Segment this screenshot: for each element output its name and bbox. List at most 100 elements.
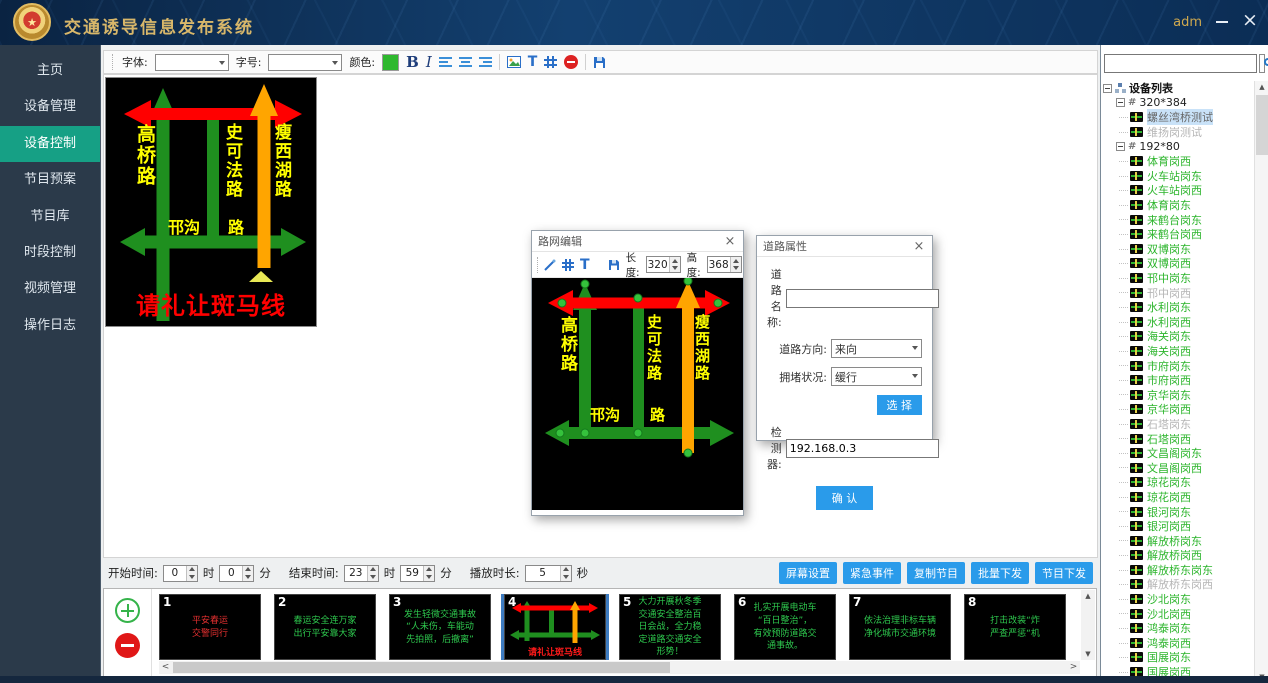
stepper-arrows[interactable] — [367, 566, 378, 581]
sidebar-item[interactable]: 设备管理 — [0, 89, 100, 125]
tree-root[interactable]: 设备列表 — [1103, 81, 1253, 96]
add-program-icon[interactable] — [115, 598, 140, 623]
device-item[interactable]: 双博岗西 — [1103, 256, 1253, 271]
bold-icon[interactable]: B — [406, 53, 419, 71]
insert-image-icon[interactable] — [507, 56, 521, 68]
sidebar-item[interactable]: 节目预案 — [0, 162, 100, 198]
device-item[interactable]: 海关岗西 — [1103, 344, 1253, 359]
collapse-icon[interactable] — [1116, 142, 1125, 151]
program-thumbnail[interactable]: 1 平安春运 交警同行 — [159, 594, 261, 660]
sidebar-item[interactable]: 节目库 — [0, 199, 100, 235]
dialog-titlebar[interactable]: 道路属性 × — [757, 236, 932, 257]
road-label-right[interactable]: 瘦西湖路 — [692, 314, 713, 382]
device-item[interactable]: 琼花岗西 — [1103, 490, 1253, 505]
device-item[interactable]: 双博岗东 — [1103, 242, 1253, 257]
road-network-icon[interactable] — [562, 259, 574, 271]
program-send-button[interactable]: 节目下发 — [1035, 562, 1093, 584]
align-right-icon[interactable] — [479, 56, 492, 68]
congestion-select[interactable]: 缓行 — [831, 367, 922, 386]
device-item[interactable]: 文昌阁岗西 — [1103, 460, 1253, 475]
program-thumbnail[interactable]: 5 大力开展秋冬季 交通安全整治百 日会战，全力稳 定道路交通安全 形势！ — [619, 594, 721, 660]
program-thumbnail-selected[interactable]: 4 请礼让斑马线 — [504, 594, 606, 660]
height-stepper[interactable]: 368 — [707, 256, 742, 273]
scroll-up-icon[interactable]: ▲ — [1081, 590, 1095, 602]
stepper-arrows[interactable] — [242, 566, 253, 581]
device-item[interactable]: 水利岗西 — [1103, 315, 1253, 330]
thumbnails-horizontal-scrollbar[interactable]: < > — [159, 661, 1080, 674]
delete-icon[interactable] — [564, 55, 578, 69]
search-button[interactable] — [1259, 54, 1265, 73]
sidebar-item[interactable]: 视频管理 — [0, 271, 100, 307]
stepper-arrows[interactable] — [186, 566, 197, 581]
save-icon[interactable] — [593, 56, 606, 69]
scroll-right-icon[interactable]: > — [1067, 661, 1080, 674]
device-tree-scrollbar[interactable]: ▲ ▼ — [1254, 81, 1268, 683]
program-thumbnail[interactable]: 3 发生轻微交通事故 “人未伤，车能动 先拍照，后撤离” — [389, 594, 491, 660]
collapse-icon[interactable] — [1103, 84, 1112, 93]
device-item[interactable]: 鸿泰岗东 — [1103, 621, 1253, 636]
device-item[interactable]: 邗中岗东 — [1103, 271, 1253, 286]
road-label-left[interactable]: 高桥路 — [555, 316, 580, 373]
device-item[interactable]: 市府岗西 — [1103, 373, 1253, 388]
program-thumbnail[interactable]: 6 扎实开展电动车 “百日整治”， 有效预防道路交 通事故。 — [734, 594, 836, 660]
duration-stepper[interactable]: 5 — [525, 565, 572, 582]
program-thumbnail[interactable]: 7 依法治理非标车辆 净化城市交通环境 — [849, 594, 951, 660]
close-icon[interactable]: × — [912, 239, 926, 254]
road-label-bottom[interactable]: 邗沟 — [590, 404, 620, 425]
device-item[interactable]: 银河岗西 — [1103, 519, 1253, 534]
device-item[interactable]: 沙北岗西 — [1103, 606, 1253, 621]
device-item[interactable]: 京华岗东 — [1103, 387, 1253, 402]
scrollbar-thumb[interactable] — [173, 662, 670, 673]
align-center-icon[interactable] — [459, 56, 472, 68]
sidebar-item[interactable]: 设备控制 — [0, 126, 100, 162]
device-item[interactable]: 石塔岗东 — [1103, 417, 1253, 432]
sidebar-item[interactable]: 操作日志 — [0, 308, 100, 344]
device-item[interactable]: 石塔岗西 — [1103, 431, 1253, 446]
program-thumbnail[interactable]: 8 打击改装“炸 严查严惩“机 — [964, 594, 1066, 660]
device-item[interactable]: 火车站岗西 — [1103, 183, 1253, 198]
detector-field[interactable] — [786, 439, 939, 458]
device-item[interactable]: 解放桥岗西 — [1103, 548, 1253, 563]
road-label-bottom-2[interactable]: 路 — [650, 404, 665, 425]
start-minute-stepper[interactable]: 0 — [219, 565, 254, 582]
road-direction-select[interactable]: 来向 — [831, 339, 922, 358]
device-item[interactable]: 沙北岗东 — [1103, 592, 1253, 607]
device-item[interactable]: 体育岗东 — [1103, 198, 1253, 213]
device-group[interactable]: # 192*80 — [1103, 139, 1253, 154]
stepper-arrows[interactable] — [560, 566, 571, 581]
end-minute-stepper[interactable]: 59 — [400, 565, 435, 582]
device-item[interactable]: 文昌阁岗东 — [1103, 446, 1253, 461]
collapse-icon[interactable] — [1116, 98, 1125, 107]
device-item[interactable]: 维扬岗测试 — [1103, 125, 1253, 140]
color-swatch[interactable] — [382, 54, 399, 71]
device-item[interactable]: 邗中岗西 — [1103, 285, 1253, 300]
draw-road-icon[interactable] — [544, 259, 556, 271]
text-tool-icon[interactable]: T — [580, 257, 590, 273]
scrollbar-thumb[interactable] — [1256, 95, 1268, 155]
text-tool-icon[interactable]: T — [528, 54, 538, 70]
road-label-middle[interactable]: 史可法路 — [644, 314, 665, 382]
length-stepper[interactable]: 320 — [646, 256, 681, 273]
device-item[interactable]: 鸿泰岗西 — [1103, 636, 1253, 651]
device-item[interactable]: 解放桥东岗西 — [1103, 577, 1253, 592]
minimize-icon[interactable] — [1214, 13, 1230, 29]
road-name-field[interactable] — [786, 289, 939, 308]
device-item[interactable]: 市府岗东 — [1103, 358, 1253, 373]
select-detector-button[interactable]: 选 择 — [877, 395, 923, 415]
stepper-arrows[interactable] — [669, 257, 680, 272]
save-icon[interactable] — [608, 259, 620, 271]
device-item[interactable]: 火车站岗东 — [1103, 169, 1253, 184]
road-network-edit-canvas[interactable]: 高桥路 史可法路 瘦西湖路 邗沟 路 — [532, 278, 743, 510]
align-left-icon[interactable] — [439, 56, 452, 68]
device-item[interactable]: 解放桥东岗东 — [1103, 563, 1253, 578]
road-network-icon[interactable] — [544, 56, 557, 68]
device-item[interactable]: 水利岗东 — [1103, 300, 1253, 315]
remove-program-icon[interactable] — [115, 633, 140, 658]
stepper-arrows[interactable] — [423, 566, 434, 581]
italic-icon[interactable]: I — [426, 53, 432, 71]
device-item[interactable]: 京华岗西 — [1103, 402, 1253, 417]
device-item[interactable]: 体育岗西 — [1103, 154, 1253, 169]
batch-send-button[interactable]: 批量下发 — [971, 562, 1029, 584]
device-item[interactable]: 银河岗东 — [1103, 504, 1253, 519]
device-search-input[interactable] — [1104, 54, 1257, 73]
